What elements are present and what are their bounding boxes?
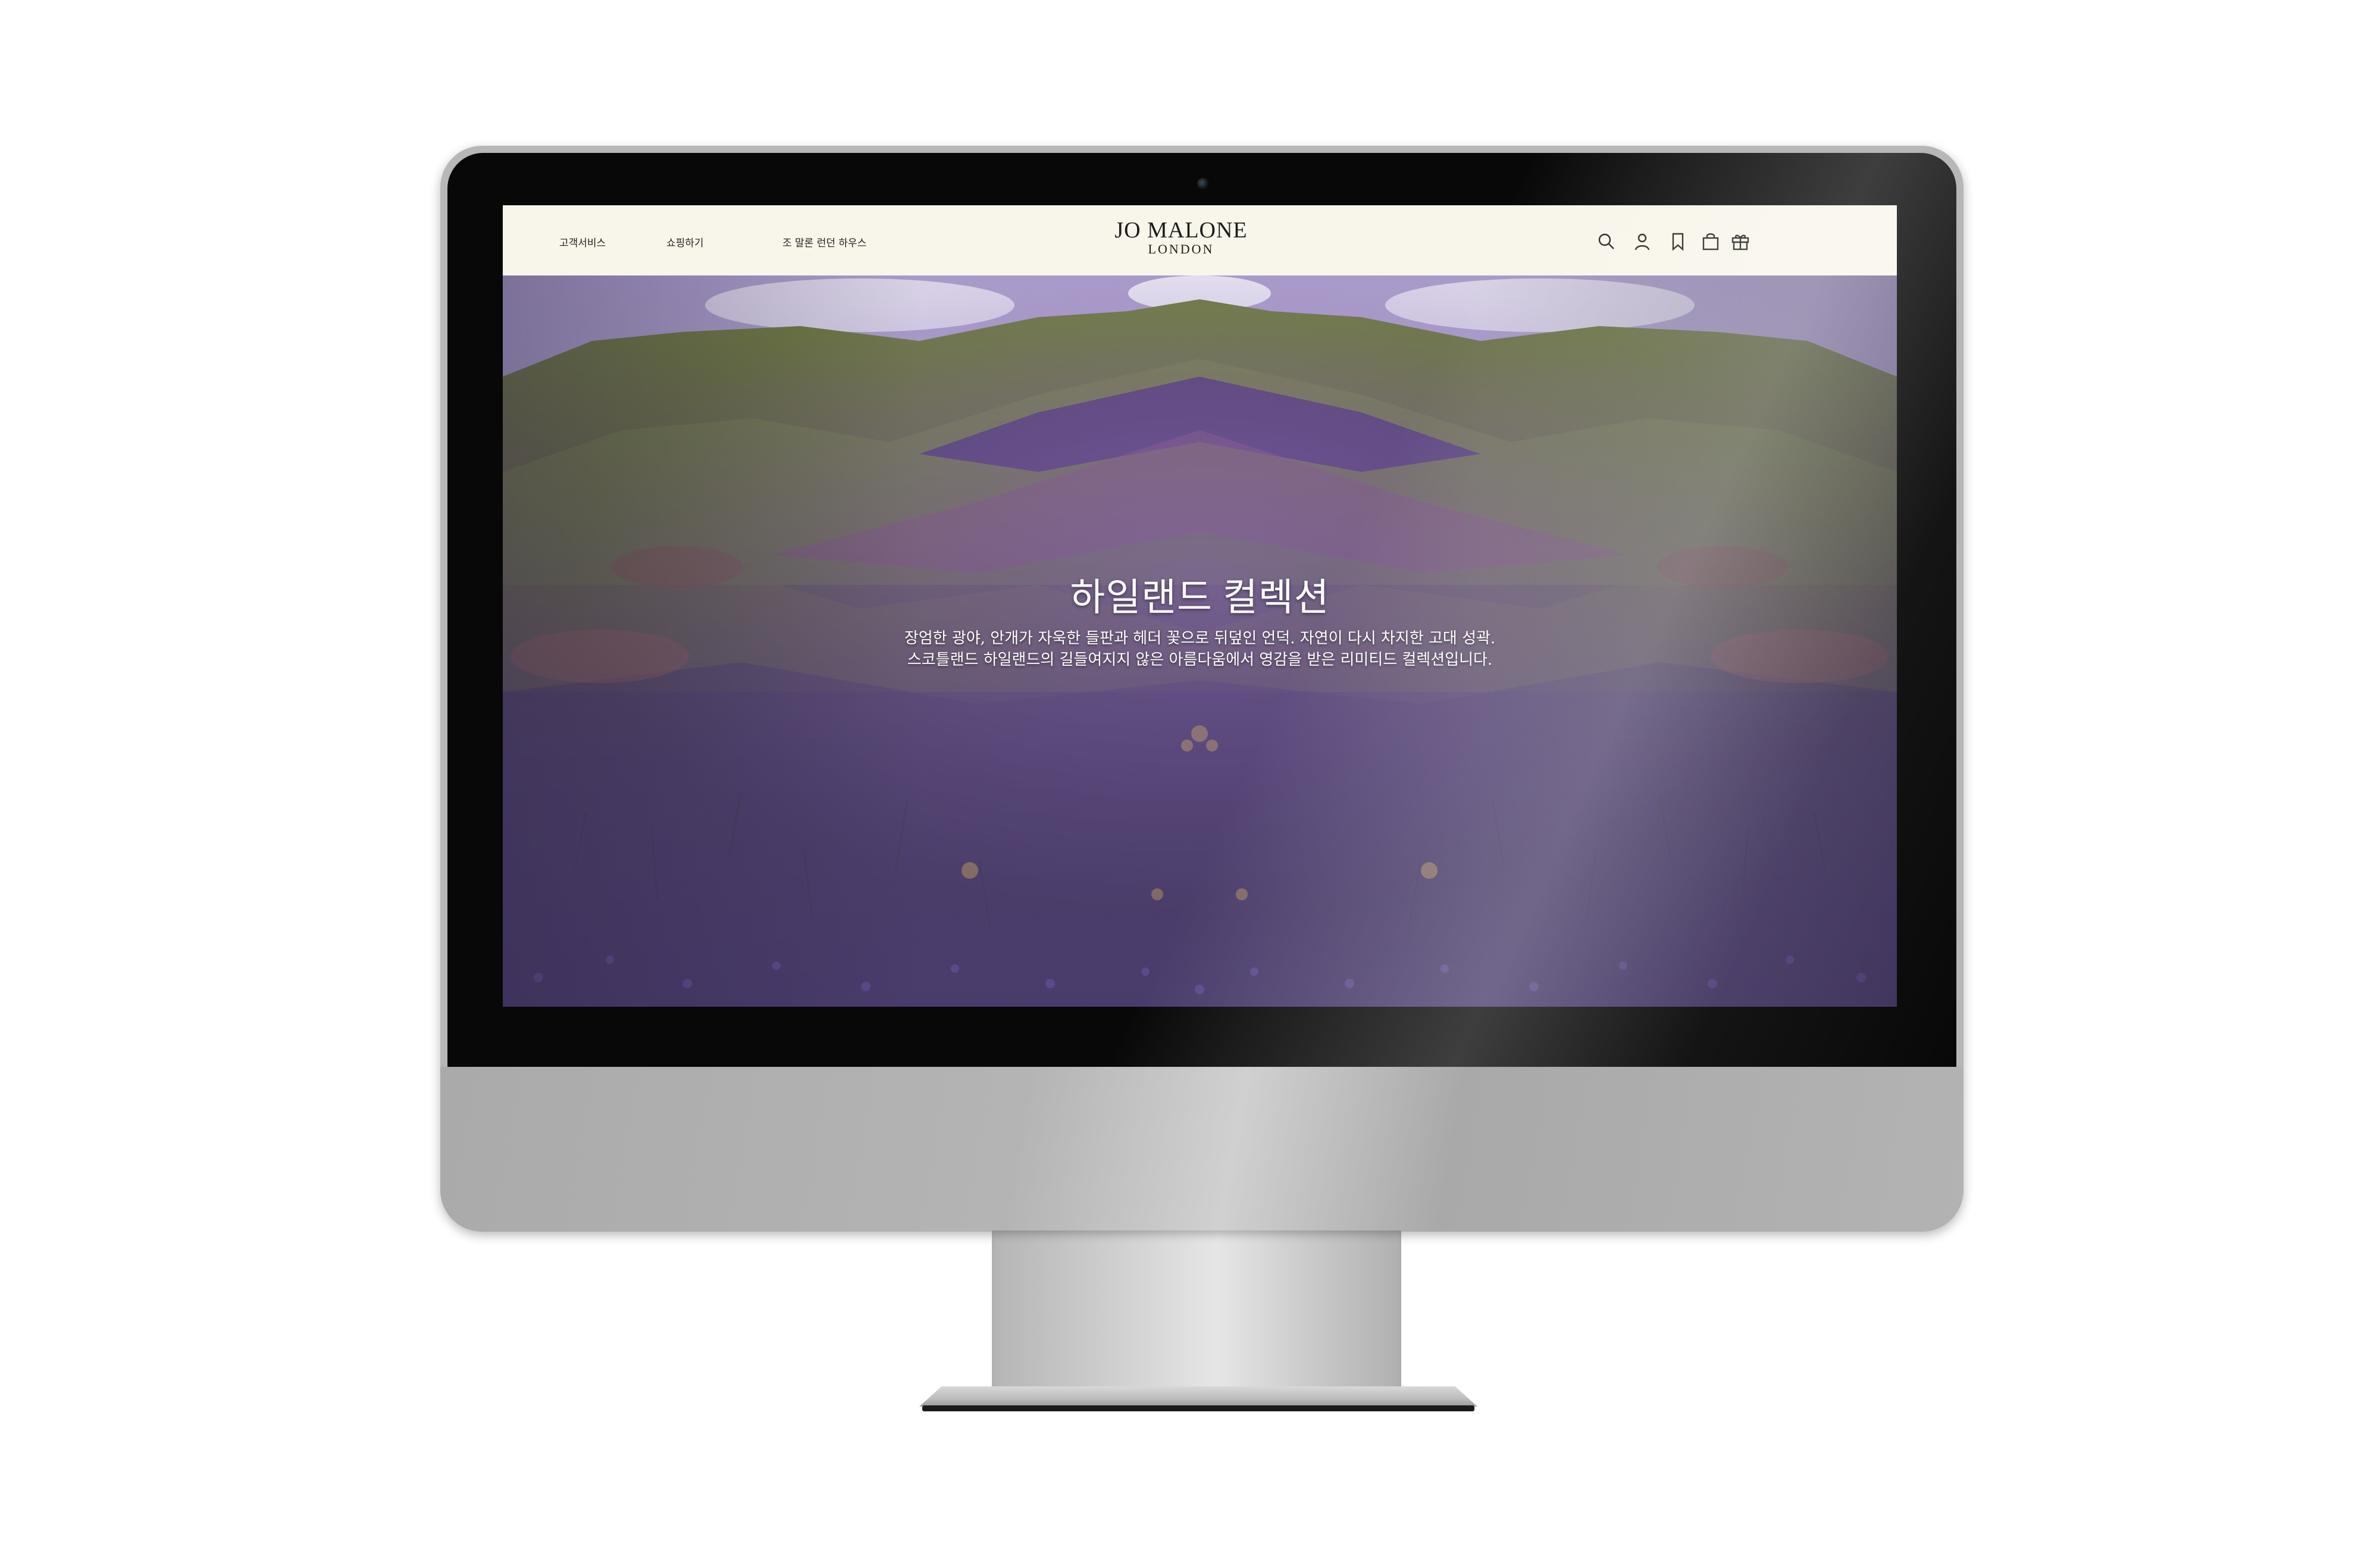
website-screen: 고객서비스 쇼핑하기 조 말론 런던 하우스 JO MALONE LONDON [503, 205, 1897, 1007]
brand-subtitle: LONDON [1148, 242, 1214, 256]
site-header: 고객서비스 쇼핑하기 조 말론 런던 하우스 JO MALONE LONDON [503, 205, 1897, 275]
brand-logo[interactable]: JO MALONE LONDON [1098, 217, 1264, 256]
monitor-chin [440, 1067, 1964, 1232]
brand-name: JO MALONE [1114, 218, 1248, 243]
monitor-stand [992, 1230, 1401, 1391]
hero-description: 장엄한 광야, 안개가 자욱한 들판과 헤더 꽃으로 뒤덮인 언덕. 자연이 다… [503, 628, 1897, 671]
desktop-mockup: 고객서비스 쇼핑하기 조 말론 런던 하우스 JO MALONE LONDON [0, 0, 2380, 1547]
monitor-base [919, 1386, 1477, 1407]
hero-title: 하일랜드 컬렉션 [1070, 577, 1330, 619]
webcam-icon [1197, 178, 1209, 190]
nav-customer-service[interactable]: 고객서비스 [559, 234, 606, 249]
hero-description-line-2: 스코틀랜드 하일랜드의 길들여지지 않은 아름다움에서 영감을 받은 리미티드 … [907, 651, 1493, 669]
nav-jo-malone-house[interactable]: 조 말론 런던 하우스 [782, 234, 866, 249]
search-icon[interactable] [1596, 231, 1617, 252]
hero-banner: 하일랜드 컬렉션 장엄한 광야, 안개가 자욱한 들판과 헤더 꽃으로 뒤덮인 … [503, 275, 1897, 1007]
account-icon[interactable] [1632, 231, 1652, 252]
shopping-bag-icon[interactable] [1701, 231, 1721, 252]
nav-shopping[interactable]: 쇼핑하기 [666, 234, 704, 249]
monitor-base-shadow [922, 1405, 1474, 1411]
gift-icon[interactable] [1730, 231, 1750, 252]
wishlist-icon[interactable] [1668, 231, 1688, 252]
hero-description-line-1: 장엄한 광야, 안개가 자욱한 들판과 헤더 꽃으로 뒤덮인 언덕. 자연이 다… [904, 630, 1496, 647]
